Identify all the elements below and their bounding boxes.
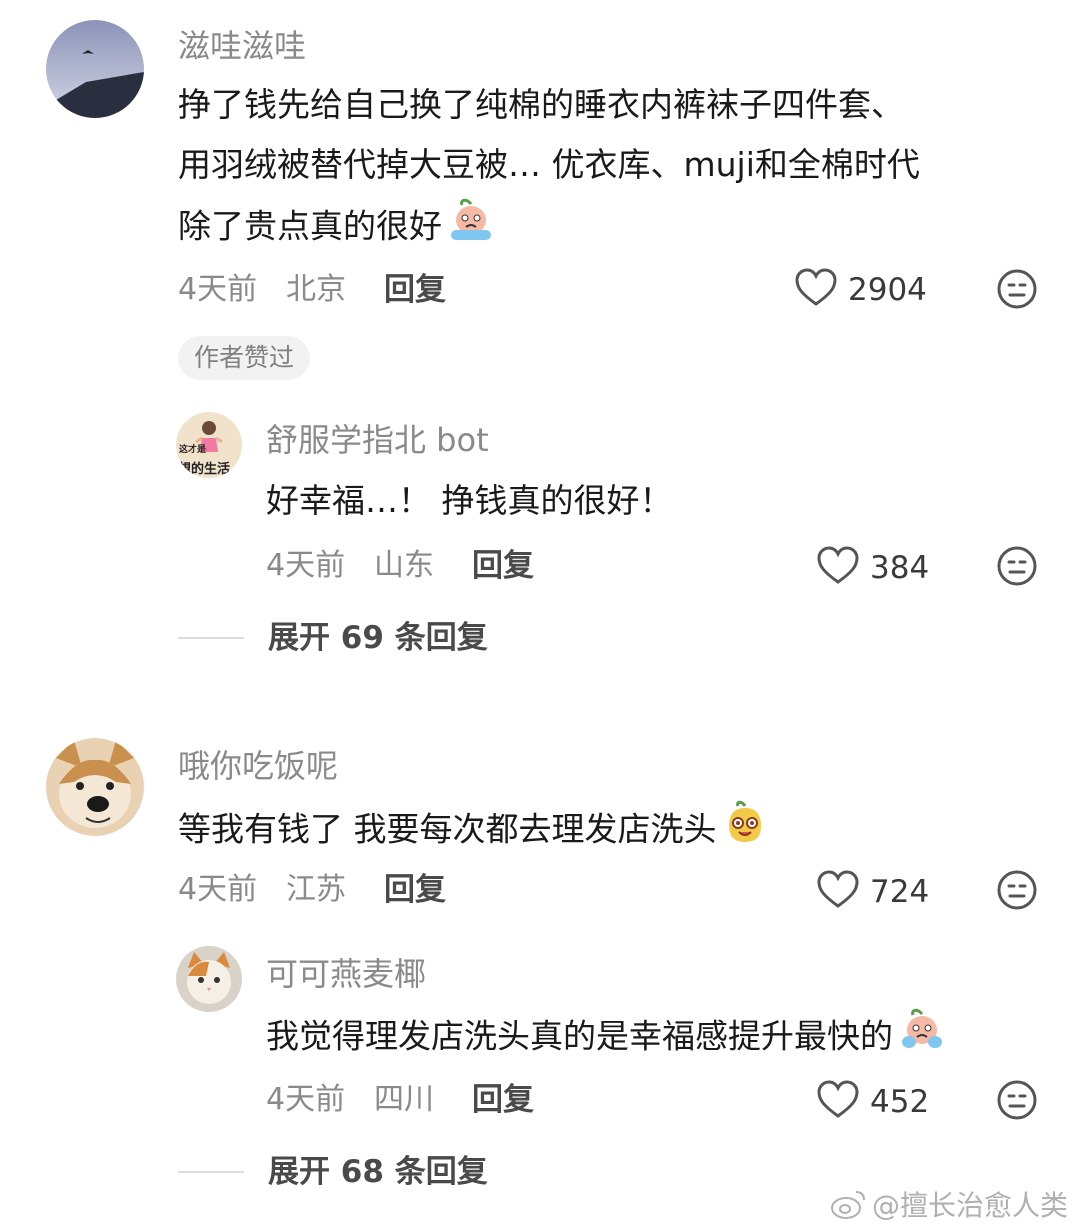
- meh-face-icon[interactable]: [996, 545, 1038, 591]
- reply-location: 四川: [374, 1082, 434, 1117]
- like-button[interactable]: 384: [816, 546, 929, 590]
- like-button[interactable]: 2904: [794, 268, 927, 312]
- reply-text-line: 我觉得理发店洗头真的是幸福感提升最快的: [266, 1006, 947, 1070]
- comment-text: 除了贵点真的很好: [178, 206, 442, 246]
- reply-button[interactable]: 回复: [472, 546, 534, 586]
- like-count: 724: [870, 874, 930, 910]
- comment-text: 等我有钱了 我要每次都去理发店洗头: [178, 809, 717, 849]
- expand-replies-button[interactable]: 展开 69 条回复: [178, 618, 488, 658]
- avatar-caption-bottom: 想的生活: [178, 462, 231, 477]
- comment-text-line: 除了贵点真的很好: [178, 196, 496, 260]
- heart-icon: [816, 546, 860, 590]
- reply-location: 山东: [374, 548, 434, 583]
- comment-location: 江苏: [286, 872, 346, 907]
- expand-replies-button[interactable]: 展开 68 条回复: [178, 1152, 488, 1192]
- expand-replies-label: 展开 69 条回复: [268, 620, 488, 656]
- like-button[interactable]: 724: [816, 870, 929, 914]
- comment-text-line: 用羽绒被替代掉大豆被… 优衣库、muji和全棉时代: [178, 145, 920, 184]
- reply-time: 4天前: [266, 548, 346, 583]
- reply-text: 好幸福…！ 挣钱真的很好！: [266, 481, 673, 520]
- like-count: 452: [870, 1084, 930, 1120]
- like-count: 2904: [848, 272, 927, 308]
- meh-face-icon[interactable]: [996, 268, 1038, 314]
- divider: [178, 637, 244, 639]
- heart-icon: [794, 268, 838, 312]
- reply-button[interactable]: 回复: [472, 1080, 534, 1120]
- divider: [178, 1171, 244, 1173]
- comment-time: 4天前: [178, 872, 258, 907]
- comment-time: 4天前: [178, 272, 258, 307]
- avatar[interactable]: [46, 738, 144, 836]
- comment-username[interactable]: 哦你吃饭呢: [178, 746, 338, 786]
- author-liked-badge: 作者赞过: [178, 336, 311, 380]
- avatar-caption-top: 这才是: [179, 445, 207, 455]
- heart-icon: [816, 870, 860, 914]
- happy-face-emoji: [721, 798, 769, 864]
- reply-username[interactable]: 舒服学指北 bot: [266, 420, 489, 460]
- reply-button[interactable]: 回复: [384, 870, 446, 910]
- reply-username[interactable]: 可可燕麦椰: [266, 954, 426, 994]
- comment-text-line: 等我有钱了 我要每次都去理发店洗头: [178, 798, 769, 864]
- reply-text: 我觉得理发店洗头真的是幸福感提升最快的: [266, 1016, 893, 1056]
- meh-face-icon[interactable]: [996, 1079, 1038, 1125]
- heart-icon: [816, 1080, 860, 1124]
- meh-face-icon[interactable]: [996, 869, 1038, 915]
- avatar[interactable]: [46, 20, 144, 118]
- crying-face-emoji: [446, 196, 496, 260]
- expand-replies-label: 展开 68 条回复: [268, 1154, 488, 1190]
- comment-text-line: 挣了钱先给自己换了纯棉的睡衣内裤袜子四件套、: [178, 85, 904, 124]
- like-count: 384: [870, 550, 930, 586]
- reply-button[interactable]: 回复: [384, 270, 446, 310]
- reply-time: 4天前: [266, 1082, 346, 1117]
- crying-face-emoji: [897, 1006, 947, 1070]
- weibo-logo-icon: [830, 1188, 868, 1224]
- avatar[interactable]: 这才是 想的生活: [176, 412, 242, 478]
- avatar[interactable]: [176, 946, 242, 1012]
- like-button[interactable]: 452: [816, 1080, 929, 1124]
- watermark-text: @擅长治愈人类: [872, 1189, 1069, 1222]
- watermark: @擅长治愈人类: [830, 1188, 1068, 1224]
- comment-location: 北京: [286, 272, 346, 307]
- comment-username[interactable]: 滋哇滋哇: [178, 26, 306, 66]
